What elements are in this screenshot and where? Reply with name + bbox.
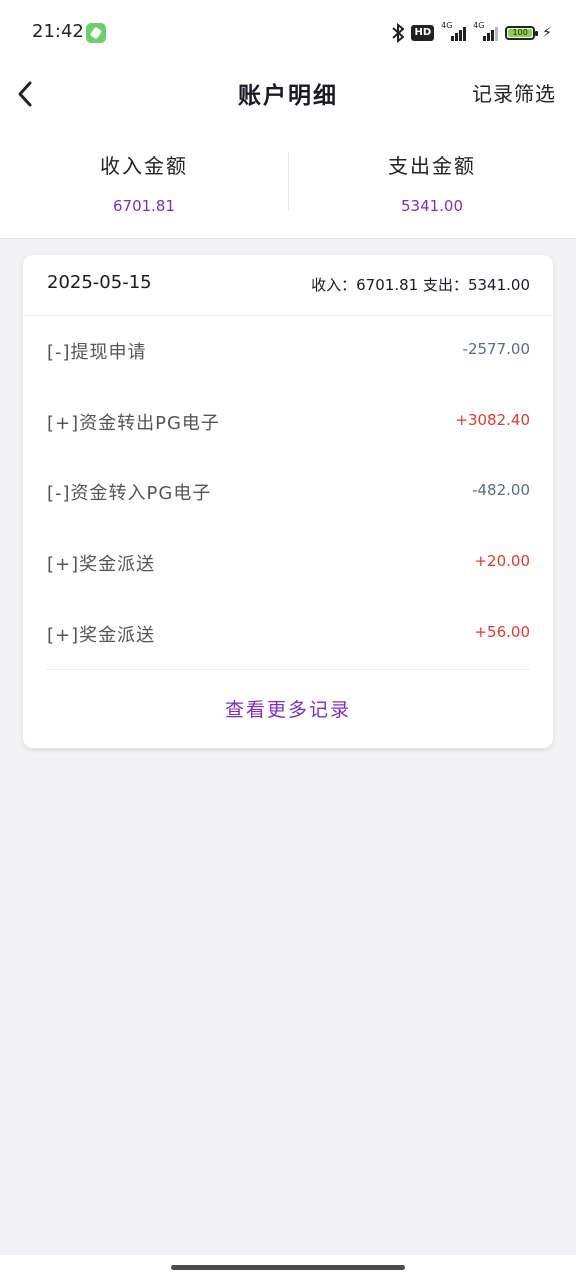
day-totals: 收入：6701.81 支出：5341.00 [311, 274, 530, 295]
record-amount: +3082.40 [455, 411, 530, 429]
signal-icon: 4G [441, 21, 467, 41]
expense-summary: 支出金额 5341.00 [288, 150, 576, 215]
day-expense-value: 5341.00 [467, 276, 530, 294]
record-label: [+]奖金派送 [47, 554, 156, 575]
record-amount: +20.00 [474, 552, 530, 570]
record-label: [-]提现申请 [47, 342, 147, 363]
record-label: [+]资金转出PG电子 [47, 413, 220, 434]
status-time: 21:42 [32, 21, 84, 42]
day-record-card: 2025-05-15 收入：6701.81 支出：5341.00 [-]提现申请… [23, 255, 553, 748]
bluetooth-icon [392, 23, 405, 43]
income-value: 6701.81 [112, 197, 176, 215]
record-row[interactable]: [-]资金转入PG电子 -482.00 [47, 471, 530, 511]
day-income-label: 收入： [311, 276, 357, 294]
charging-icon: ⚡ [542, 25, 552, 41]
filter-records-button[interactable]: 记录筛选 [472, 78, 556, 107]
status-icons: HD 4G 4G 100 ⚡ [392, 20, 552, 46]
record-label: [+]奖金派送 [47, 625, 156, 646]
app-badge-icon [86, 23, 106, 43]
day-income-value: 6701.81 [356, 276, 419, 294]
record-row[interactable]: [+]资金转出PG电子 +3082.40 [47, 401, 530, 441]
network-type-label: 4G [473, 21, 485, 30]
expense-value: 5341.00 [400, 197, 464, 215]
record-row[interactable]: [+]奖金派送 +56.00 [47, 613, 530, 653]
expense-label: 支出金额 [388, 154, 476, 178]
home-indicator[interactable] [171, 1265, 405, 1270]
summary-divider-line [0, 238, 576, 239]
record-amount: -482.00 [472, 481, 530, 499]
record-row[interactable]: [+]奖金派送 +20.00 [47, 542, 530, 582]
record-row[interactable]: [-]提现申请 -2577.00 [47, 330, 530, 370]
income-summary: 收入金额 6701.81 [0, 150, 288, 215]
signal-icon: 4G [473, 21, 499, 41]
record-label: [-]资金转入PG电子 [47, 483, 212, 504]
battery-level: 100 [508, 29, 533, 37]
network-type-label: 4G [441, 21, 453, 30]
day-expense-label: 支出： [422, 276, 468, 294]
income-label: 收入金额 [100, 154, 188, 178]
card-divider [46, 669, 530, 670]
record-amount: -2577.00 [462, 340, 530, 358]
view-more-records-link[interactable]: 查看更多记录 [23, 695, 553, 722]
hd-icon: HD [411, 25, 435, 41]
record-date: 2025-05-15 [47, 272, 152, 293]
battery-icon: 100 [505, 26, 539, 40]
record-amount: +56.00 [474, 623, 530, 641]
card-header: 2025-05-15 收入：6701.81 支出：5341.00 [23, 255, 553, 316]
